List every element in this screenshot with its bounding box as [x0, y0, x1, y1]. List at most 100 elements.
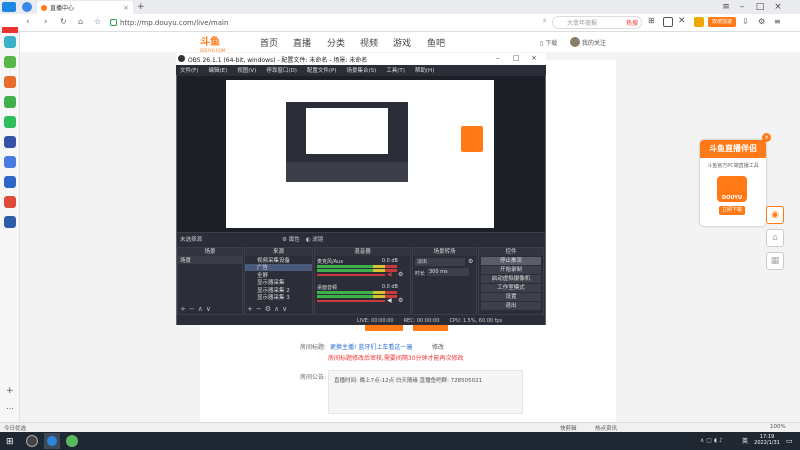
room-title-link[interactable]: 更换主播! 蓝牙们上车看这一遍 [330, 342, 412, 351]
float-video-icon[interactable]: ◉ [766, 206, 784, 224]
stop-streaming-button[interactable]: 停止推流 [481, 257, 541, 265]
sidebar-promo-badge[interactable] [2, 27, 18, 33]
scene-item[interactable]: 场景 [178, 256, 242, 264]
user-menu[interactable]: 我的关注 [582, 38, 606, 47]
status-quickclip[interactable]: 快剪辑 [560, 424, 577, 432]
sidebar-app-icon[interactable] [4, 96, 16, 108]
sidebar-add-icon[interactable]: + [6, 386, 14, 396]
app-taskbar-icon[interactable] [66, 435, 78, 447]
obs-menu-tools[interactable]: 工具(T) [386, 66, 405, 74]
sidebar-app-icon[interactable] [4, 196, 16, 208]
obs-menu-help[interactable]: 帮助(H) [415, 66, 434, 74]
sidebar-app-icon[interactable] [4, 56, 16, 68]
transition-settings-icon[interactable]: ⚙ [468, 258, 473, 265]
maximize-button[interactable]: □ [752, 0, 768, 14]
nav-game[interactable]: 游戏 [393, 36, 411, 49]
new-tab-button[interactable]: + [137, 2, 145, 12]
sidebar-app-icon[interactable] [4, 116, 16, 128]
sidebar-app-icon[interactable] [4, 176, 16, 188]
sidebar-app-icon[interactable] [4, 156, 16, 168]
obs-taskbar-icon[interactable] [26, 435, 38, 447]
browser-menu-button[interactable]: ≡ [718, 0, 734, 14]
duration-input[interactable]: 300 ms [427, 268, 469, 276]
start-recording-button[interactable]: 开始录制 [481, 266, 541, 274]
obs-menu-docks[interactable]: 停靠窗口(D) [266, 66, 297, 74]
obs-minimize-button[interactable]: – [496, 54, 500, 62]
tray-icons[interactable]: ∧ ▢ ◖ ♪ [700, 437, 723, 444]
speaker-icon[interactable]: ◀ [387, 297, 392, 304]
browser-menu-icon[interactable] [22, 2, 32, 12]
extension-icon[interactable] [694, 17, 704, 27]
mixer-settings-icon[interactable]: ⚙ [398, 271, 403, 278]
sidebar-app-icon[interactable] [4, 216, 16, 228]
status-left-label[interactable]: 今日优选 [4, 424, 26, 432]
edit-title-button[interactable]: 修改 [432, 342, 444, 351]
home-icon[interactable]: ⌂ [78, 17, 83, 26]
screenshot-icon[interactable] [663, 17, 673, 27]
exit-button[interactable]: 退出 [481, 302, 541, 310]
site-logo[interactable]: 斗鱼 DOUYU.COM [200, 33, 238, 53]
source-controls[interactable]: +−⚙∧∨ [247, 305, 290, 313]
mute-icon[interactable]: ◀ [387, 271, 392, 278]
obs-menu-edit[interactable]: 编辑(E) [208, 66, 227, 74]
forward-icon[interactable]: › [44, 17, 48, 27]
room-notice-textarea[interactable]: 直播时间: 晚上7点-12点 白天随缘 直播鱼吧群: 728505021 [328, 370, 523, 414]
notification-icon[interactable]: ▭ [786, 437, 793, 445]
promo-download-button[interactable]: 立即下载 [719, 206, 745, 215]
float-home-icon[interactable]: ⌂ [766, 229, 784, 247]
bolt-icon[interactable]: ⚡ [542, 17, 547, 25]
browser-taskbar-icon[interactable] [44, 433, 60, 449]
volume-slider[interactable] [317, 274, 385, 276]
hot-search-label[interactable]: 热搜 [626, 18, 638, 27]
settings-button[interactable]: 设置 [481, 293, 541, 301]
properties-button[interactable]: ⚙ 属性 [282, 235, 300, 243]
avatar[interactable] [570, 37, 580, 47]
grid-icon[interactable]: ⊞ [648, 16, 660, 28]
nav-home[interactable]: 首页 [260, 36, 278, 49]
close-button[interactable]: × [770, 0, 786, 14]
start-icon[interactable]: ⊞ [6, 437, 14, 447]
back-icon[interactable]: ‹ [26, 17, 30, 27]
obs-menu-view[interactable]: 视图(V) [237, 66, 256, 74]
status-news[interactable]: 热点资讯 [595, 424, 617, 432]
obs-menu-file[interactable]: 文件(F) [180, 66, 198, 74]
input-method[interactable]: 英 [742, 436, 748, 445]
nav-video[interactable]: 视频 [360, 36, 378, 49]
sidebar-more-icon[interactable]: ⋯ [6, 404, 14, 413]
filters-button[interactable]: ◐ 滤镜 [306, 235, 324, 243]
studio-mode-button[interactable]: 工作室模式 [481, 284, 541, 292]
mixer-settings-icon[interactable]: ⚙ [398, 297, 403, 304]
download-icon[interactable]: ⇩ [742, 17, 749, 26]
float-gift-icon[interactable]: ▦ [766, 252, 784, 270]
sidebar-app-icon[interactable] [4, 76, 16, 88]
ad-close-icon[interactable]: × [762, 133, 771, 142]
nav-category[interactable]: 分类 [327, 36, 345, 49]
download-link[interactable]: ▯ 下载 [540, 38, 557, 47]
source-item-selected[interactable]: 广告 [245, 263, 312, 271]
tools-icon[interactable]: ✕ [678, 16, 686, 26]
scene-controls[interactable]: +−∧∨ [180, 305, 214, 313]
browser-tab[interactable]: 直播中心 × [37, 1, 133, 14]
source-item[interactable]: 显示器采集 3 [245, 294, 312, 301]
nav-live[interactable]: 直播 [293, 36, 311, 49]
obs-maximize-button[interactable]: □ [513, 54, 520, 62]
minimize-button[interactable]: – [734, 0, 750, 14]
boost-badge[interactable]: 双倍加速 [708, 17, 736, 27]
sidebar-app-icon[interactable] [4, 136, 16, 148]
source-item[interactable]: 视频采集设备 [245, 256, 312, 264]
favorite-icon[interactable]: ☆ [94, 17, 101, 26]
nav-fishbar[interactable]: 鱼吧 [427, 36, 445, 49]
clock[interactable]: 17:19 2022/1/31 [752, 434, 782, 446]
settings-icon[interactable]: ⚙ [758, 17, 765, 26]
transition-select[interactable]: 淡出 [415, 258, 465, 266]
obs-menu-profile[interactable]: 配置文件(P) [307, 66, 337, 74]
obs-close-button[interactable]: × [531, 54, 537, 62]
virtual-camera-button[interactable]: 启动虚拟摄像机 [481, 275, 541, 283]
search-input[interactable]: 大变年夜报 热搜 [552, 16, 642, 29]
sidebar-app-icon[interactable] [4, 36, 16, 48]
tab-close-icon[interactable]: × [123, 4, 129, 12]
menu-icon[interactable]: ≡ [774, 17, 781, 26]
zoom-level[interactable]: 100% [770, 424, 786, 430]
reload-icon[interactable]: ↻ [60, 17, 67, 26]
volume-slider[interactable] [317, 300, 385, 302]
